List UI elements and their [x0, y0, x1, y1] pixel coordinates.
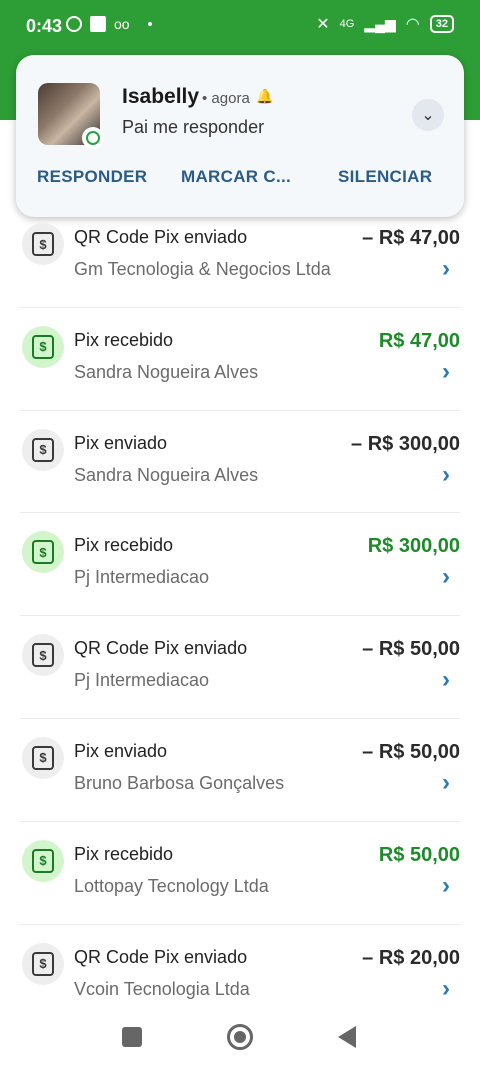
transaction-type: Pix enviado: [74, 432, 168, 453]
transaction-amount: – R$ 50,00: [362, 638, 460, 661]
chevron-right-icon[interactable]: ›: [442, 563, 450, 591]
transaction-type: Pix recebido: [74, 329, 174, 350]
transaction-amount: R$ 47,00: [378, 329, 460, 352]
money-out-icon: $: [22, 428, 64, 471]
money-in-icon: $: [22, 839, 64, 882]
transaction-amount: R$ 50,00: [378, 843, 460, 866]
transaction-amount: R$ 300,00: [367, 535, 460, 558]
money-out-icon: $: [22, 223, 64, 265]
transaction-amount: – R$ 300,00: [351, 432, 460, 455]
notification-card[interactable]: Isabelly • agora 🔔 Pai me responder ⌄ RE…: [16, 55, 464, 217]
transaction-type: QR Code Pix enviado: [74, 638, 248, 659]
money-out-icon: $: [22, 736, 64, 779]
transaction-counterparty: Sandra Nogueira Alves: [74, 361, 259, 382]
whatsapp-icon: [82, 127, 104, 149]
money-in-icon: $: [22, 325, 64, 368]
chevron-right-icon[interactable]: ›: [442, 872, 450, 900]
transaction-counterparty: Sandra Nogueira Alves: [74, 464, 259, 485]
transaction-counterparty: Bruno Barbosa Gonçalves: [74, 772, 285, 793]
transaction-amount: – R$ 47,00: [362, 227, 460, 249]
transaction-counterparty: Pj Intermediacao: [74, 567, 210, 588]
bell-icon: 🔔: [256, 88, 274, 104]
notification-message: Pai me responder: [122, 117, 265, 137]
reply-button[interactable]: RESPONDER: [37, 167, 147, 187]
vibrate-off-icon: ✕: [316, 16, 330, 33]
money-in-icon: $: [22, 531, 64, 574]
wifi-icon: ◠: [405, 16, 420, 33]
status-right-icons: ✕ 4G ▂▄▆ ◠ 32: [316, 14, 454, 34]
money-out-icon: $: [22, 634, 64, 677]
transaction-row[interactable]: $ Pix enviado Bruno Barbosa Gonçalves – R$ …: [20, 719, 460, 822]
transaction-counterparty: Vcoin Tecnologia Ltda: [74, 978, 250, 999]
chevron-right-icon[interactable]: ›: [442, 255, 450, 283]
network-type-label: 4G: [339, 18, 355, 30]
chevron-right-icon[interactable]: ›: [442, 769, 450, 797]
transaction-amount: – R$ 50,00: [362, 740, 460, 763]
transaction-counterparty: Pj Intermediacao: [74, 670, 210, 691]
transaction-row[interactable]: $ Pix recebido Lottopay Tecnology Ltda R$ 5…: [20, 822, 460, 925]
transaction-counterparty: Gm Tecnologia & Negocios Ltda: [74, 259, 331, 279]
chevron-right-icon[interactable]: ›: [442, 666, 450, 694]
notification-sender: Isabelly: [122, 85, 200, 108]
back-button[interactable]: [338, 1026, 356, 1048]
chevron-right-icon[interactable]: ›: [442, 975, 450, 1003]
transaction-row[interactable]: $ QR Code Pix enviado Gm Tecnologia & Nego…: [20, 205, 460, 308]
money-out-icon: $: [22, 942, 64, 985]
transaction-amount: – R$ 20,00: [362, 946, 460, 969]
chevron-right-icon[interactable]: ›: [442, 358, 450, 386]
home-button[interactable]: [227, 1024, 253, 1050]
transaction-row[interactable]: $ Pix recebido Pj Intermediacao R$ 300,00 ›: [20, 513, 460, 617]
system-nav-bar: [0, 1000, 480, 1068]
transaction-type: Pix enviado: [74, 740, 168, 761]
status-time: 0:43: [26, 16, 63, 36]
voicemail-icon: oo: [114, 16, 130, 32]
transaction-type: Pix recebido: [74, 843, 174, 864]
transaction-list: $ QR Code Pix enviado Gm Tecnologia & Nego…: [20, 205, 460, 1027]
mute-button[interactable]: SILENCIAR: [338, 167, 432, 187]
more-dot-icon: [147, 22, 152, 26]
transaction-type: QR Code Pix enviado: [74, 227, 248, 247]
status-left-icons: oo: [66, 16, 152, 32]
signal-icon: ▂▄▆: [364, 15, 396, 32]
transaction-type: QR Code Pix enviado: [74, 946, 248, 967]
transaction-type: Pix recebido: [74, 535, 174, 556]
transaction-row[interactable]: $ QR Code Pix enviado Pj Intermediacao – R$…: [20, 616, 460, 719]
notification-time: • agora: [202, 90, 250, 107]
whatsapp-status-icon: [66, 16, 82, 32]
battery-icon: 32: [429, 15, 454, 33]
chevron-down-icon[interactable]: ⌄: [412, 99, 444, 131]
mark-read-button[interactable]: MARCAR C...: [181, 167, 291, 187]
transaction-row[interactable]: $ Pix enviado Sandra Nogueira Alves – R$ 30…: [20, 411, 460, 514]
transaction-counterparty: Lottopay Tecnology Ltda: [74, 875, 269, 896]
chevron-right-icon[interactable]: ›: [442, 461, 450, 489]
app-status-icon: [90, 16, 106, 32]
transaction-row[interactable]: $ Pix recebido Sandra Nogueira Alves R$ 47,…: [20, 308, 460, 411]
recents-button[interactable]: [122, 1027, 142, 1047]
